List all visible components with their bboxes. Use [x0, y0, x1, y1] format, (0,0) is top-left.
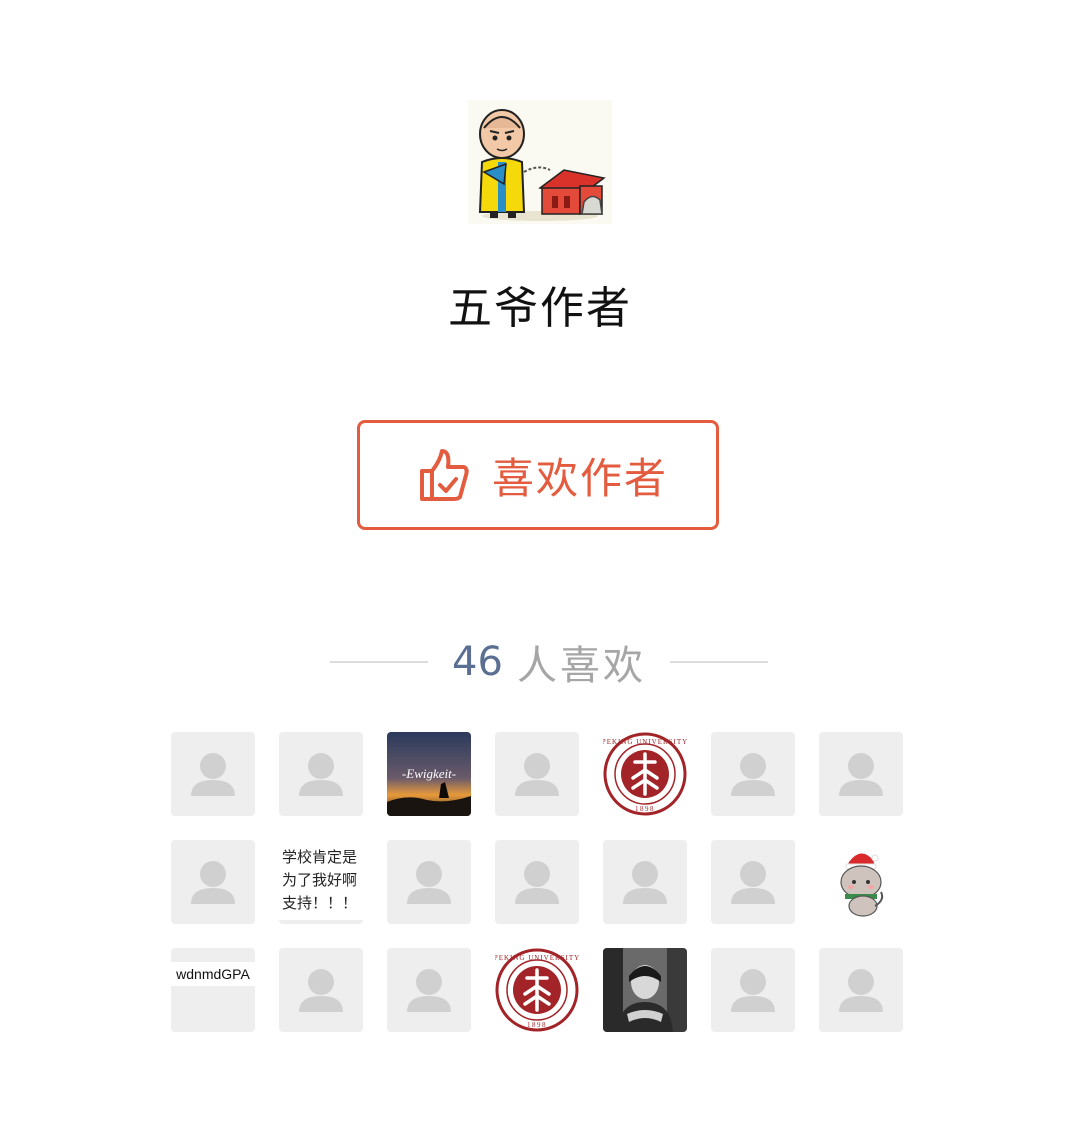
liker-avatar-sunset-ewigkeit-avatar[interactable]: -Ewigkeit-	[387, 732, 471, 816]
portrait-photo-icon	[603, 948, 687, 1032]
liker-avatar-tag-text: wdnmdGPA	[171, 962, 255, 986]
liker-avatar-default[interactable]	[387, 948, 471, 1032]
liker-avatar-default[interactable]	[387, 840, 471, 924]
divider-left	[330, 661, 428, 663]
christmas-cat-icon	[819, 840, 903, 924]
author-name: 五爷作者	[448, 283, 632, 334]
default-user-icon	[515, 753, 559, 796]
divider-right	[670, 661, 768, 663]
sunset-ewigkeit-icon: -Ewigkeit-	[387, 732, 471, 816]
like-count-heading: 46 人喜欢	[330, 632, 768, 692]
default-user-icon	[839, 753, 883, 796]
default-user-icon	[839, 969, 883, 1012]
peking-university-seal-icon: PEKING UNIVERSITY 1898	[603, 732, 687, 816]
default-user-icon	[299, 753, 343, 796]
liker-avatar-default[interactable]	[711, 948, 795, 1032]
like-count-text: 46 人喜欢	[452, 633, 646, 691]
like-author-label: 喜欢作者	[491, 453, 668, 503]
svg-text:1898: 1898	[527, 1021, 547, 1029]
thumbs-up-icon	[419, 449, 469, 501]
default-user-icon	[731, 969, 775, 1012]
liker-avatar-default[interactable]	[603, 840, 687, 924]
liker-avatar-default[interactable]	[819, 948, 903, 1032]
liker-avatar-default[interactable]	[171, 840, 255, 924]
liker-avatar-tag[interactable]: wdnmdGPA	[171, 948, 255, 1032]
liker-avatar-default[interactable]	[711, 732, 795, 816]
like-author-button[interactable]: 喜欢作者	[357, 420, 719, 530]
liker-avatar-default[interactable]	[279, 948, 363, 1032]
like-count-number: 46	[452, 639, 503, 685]
svg-text:1898: 1898	[635, 805, 655, 813]
default-user-icon	[407, 861, 451, 904]
liker-avatar-default[interactable]	[819, 732, 903, 816]
ewigkeit-text: -Ewigkeit-	[402, 766, 456, 781]
default-user-icon	[407, 969, 451, 1012]
liker-avatar-default[interactable]	[171, 732, 255, 816]
cartoon-monk-avatar-icon	[468, 100, 612, 224]
peking-university-seal-icon: PEKING UNIVERSITY 1898	[495, 948, 579, 1032]
svg-text:PEKING UNIVERSITY: PEKING UNIVERSITY	[495, 954, 579, 962]
default-user-icon	[623, 861, 667, 904]
default-user-icon	[731, 753, 775, 796]
svg-text:PEKING UNIVERSITY: PEKING UNIVERSITY	[603, 738, 687, 746]
likers-grid: -Ewigkeit- PEKING UNIVERSITY 1898 学校肯定是为了我好…	[171, 732, 903, 1032]
liker-avatar-christmas-cat-avatar[interactable]	[819, 840, 903, 924]
liker-avatar-default[interactable]	[711, 840, 795, 924]
liker-avatar-text-content: 学校肯定是为了我好啊支持！！！	[282, 848, 358, 912]
liker-avatar-peking-university-seal-avatar[interactable]: PEKING UNIVERSITY 1898	[495, 948, 579, 1032]
liker-avatar-portrait-photo-avatar[interactable]	[603, 948, 687, 1032]
default-user-icon	[191, 861, 235, 904]
liker-avatar-default[interactable]	[279, 732, 363, 816]
liker-avatar-peking-university-seal-avatar[interactable]: PEKING UNIVERSITY 1898	[603, 732, 687, 816]
liker-avatar-text[interactable]: 学校肯定是为了我好啊支持！！！	[279, 840, 363, 924]
author-avatar[interactable]	[468, 100, 612, 224]
default-user-icon	[515, 861, 559, 904]
default-user-icon	[731, 861, 775, 904]
default-user-icon	[299, 969, 343, 1012]
liker-avatar-default[interactable]	[495, 732, 579, 816]
liker-avatar-default[interactable]	[495, 840, 579, 924]
like-count-label: 人喜欢	[516, 643, 646, 689]
default-user-icon	[191, 753, 235, 796]
